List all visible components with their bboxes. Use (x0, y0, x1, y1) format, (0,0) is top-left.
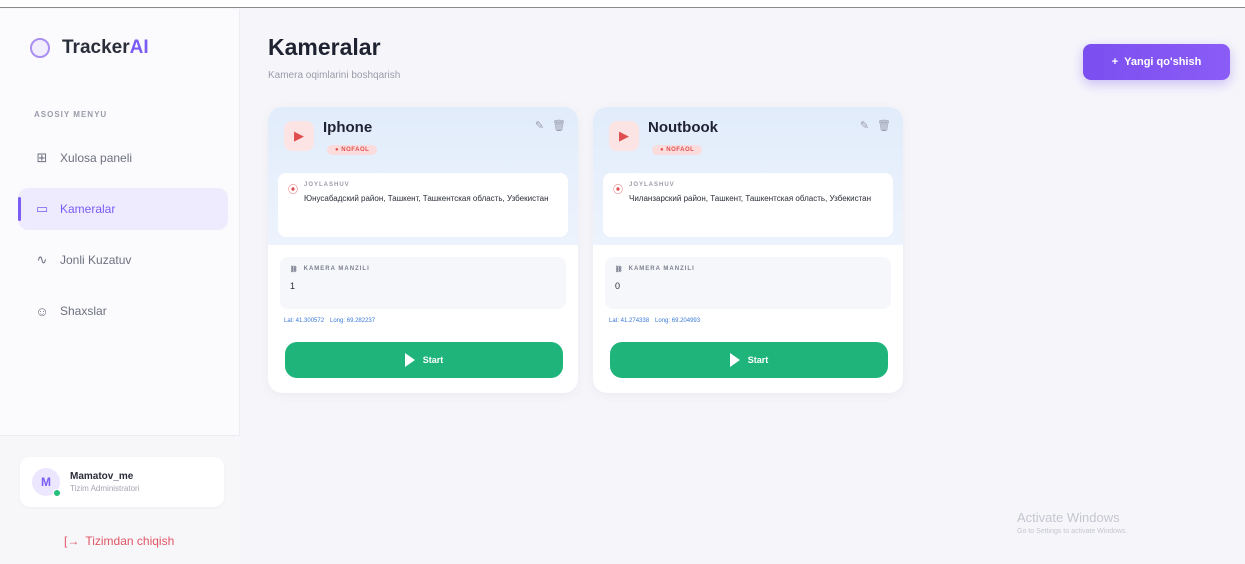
user-role: Tizim Administratori (70, 484, 140, 493)
sidebar-item-live-monitoring[interactable]: ∿ Jonli Kuzatuv (18, 239, 228, 281)
brand-name: TrackerAI (62, 37, 149, 58)
latitude: Lat: 41.274338 (609, 318, 650, 324)
page-title: Kameralar (268, 34, 381, 60)
online-status-dot (53, 489, 61, 497)
location-box: ⦿ JOYLASHUV Чиланзарский район, Ташкент,… (603, 173, 893, 237)
camera-icon: ▭ (35, 201, 49, 216)
windows-activation-watermark: Activate Windows Go to Settings to activ… (1017, 510, 1128, 535)
coordinates: Lat: 41.274338 Long: 69.204993 (609, 318, 700, 324)
sidebar-item-label: Kameralar (60, 202, 116, 216)
camera-address-box: ⛓ KAMERA MANZILI 1 (280, 257, 566, 309)
sidebar-item-label: Shaxslar (60, 304, 107, 318)
menu-section-label: ASOSIY MENYU (34, 110, 108, 119)
link-icon: ⛓ (615, 267, 624, 273)
start-button[interactable]: Start (610, 342, 888, 378)
camera-card: ▶ Iphone ● NOFAOL ✎ 🗑 ⦿ JOYLASHUV Юнусаб… (268, 107, 578, 393)
camera-name: Iphone (323, 119, 373, 136)
latitude: Lat: 41.300572 (284, 318, 325, 324)
add-camera-button[interactable]: + Yangi qo'shish (1083, 44, 1230, 80)
sidebar-nav: ⊞ Xulosa paneli ▭ Kameralar ∿ Jonli Kuza… (18, 137, 228, 341)
trash-icon[interactable]: 🗑 (877, 119, 891, 132)
longitude: Long: 69.282237 (330, 318, 376, 324)
map-pin-icon: ⦿ (613, 185, 623, 196)
play-icon (729, 353, 740, 367)
location-text: Чиланзарский район, Ташкент, Ташкентская… (629, 194, 872, 203)
location-text: Юнусабадский район, Ташкент, Ташкентская… (304, 194, 549, 203)
edit-icon[interactable]: ✎ (860, 119, 869, 132)
play-icon (404, 353, 415, 367)
dashboard-icon: ⊞ (36, 150, 48, 165)
window-top-edge (0, 0, 1245, 8)
sidebar: TrackerAI ASOSIY MENYU ⊞ Xulosa paneli ▭… (0, 9, 240, 564)
location-box: ⦿ JOYLASHUV Юнусабадский район, Ташкент,… (278, 173, 568, 237)
video-camera-icon: ▶ (609, 121, 639, 151)
user-name: Mamatov_me (70, 471, 134, 482)
sidebar-item-persons[interactable]: ☺ Shaxslar (18, 290, 228, 332)
brand-logo[interactable]: TrackerAI (30, 37, 149, 59)
link-icon: ⛓ (290, 267, 299, 273)
address-value: 1 (290, 281, 296, 291)
sidebar-item-cameras[interactable]: ▭ Kameralar (18, 188, 228, 230)
plus-icon: + (1111, 56, 1119, 68)
card-actions: ✎ 🗑 (535, 119, 566, 132)
avatar: M (32, 468, 61, 497)
address-label: ⛓ KAMERA MANZILI (615, 266, 695, 273)
address-label: ⛓ KAMERA MANZILI (290, 266, 370, 273)
longitude: Long: 69.204993 (655, 318, 701, 324)
status-badge: ● NOFAOL (652, 145, 703, 155)
brand-circle-icon (30, 38, 50, 58)
sidebar-item-label: Jonli Kuzatuv (60, 253, 132, 267)
sidebar-footer: M Mamatov_me Tizim Administratori [→ Tiz… (0, 435, 240, 564)
trash-icon[interactable]: 🗑 (552, 119, 566, 132)
map-pin-icon: ⦿ (288, 185, 298, 196)
coordinates: Lat: 41.300572 Long: 69.282237 (284, 318, 375, 324)
video-camera-icon: ▶ (284, 121, 314, 151)
camera-address-box: ⛓ KAMERA MANZILI 0 (605, 257, 891, 309)
start-button[interactable]: Start (285, 342, 563, 378)
user-card[interactable]: M Mamatov_me Tizim Administratori (20, 457, 224, 507)
edit-icon[interactable]: ✎ (535, 119, 544, 132)
status-badge: ● NOFAOL (327, 145, 378, 155)
camera-card: ▶ Noutbook ● NOFAOL ✎ 🗑 ⦿ JOYLASHUV Чила… (593, 107, 903, 393)
activity-icon: ∿ (36, 252, 48, 267)
users-icon: ☺ (35, 303, 49, 319)
page-subtitle: Kamera oqimlarini boshqarish (268, 70, 401, 81)
sidebar-item-dashboard[interactable]: ⊞ Xulosa paneli (18, 137, 228, 179)
card-actions: ✎ 🗑 (860, 119, 891, 132)
address-value: 0 (615, 281, 621, 291)
camera-name: Noutbook (648, 119, 718, 136)
location-label: JOYLASHUV (304, 182, 350, 188)
logout-icon: [→ (64, 534, 80, 548)
sidebar-item-label: Xulosa paneli (60, 151, 133, 165)
logout-button[interactable]: [→ Tizimdan chiqish (64, 534, 174, 548)
location-label: JOYLASHUV (629, 182, 675, 188)
